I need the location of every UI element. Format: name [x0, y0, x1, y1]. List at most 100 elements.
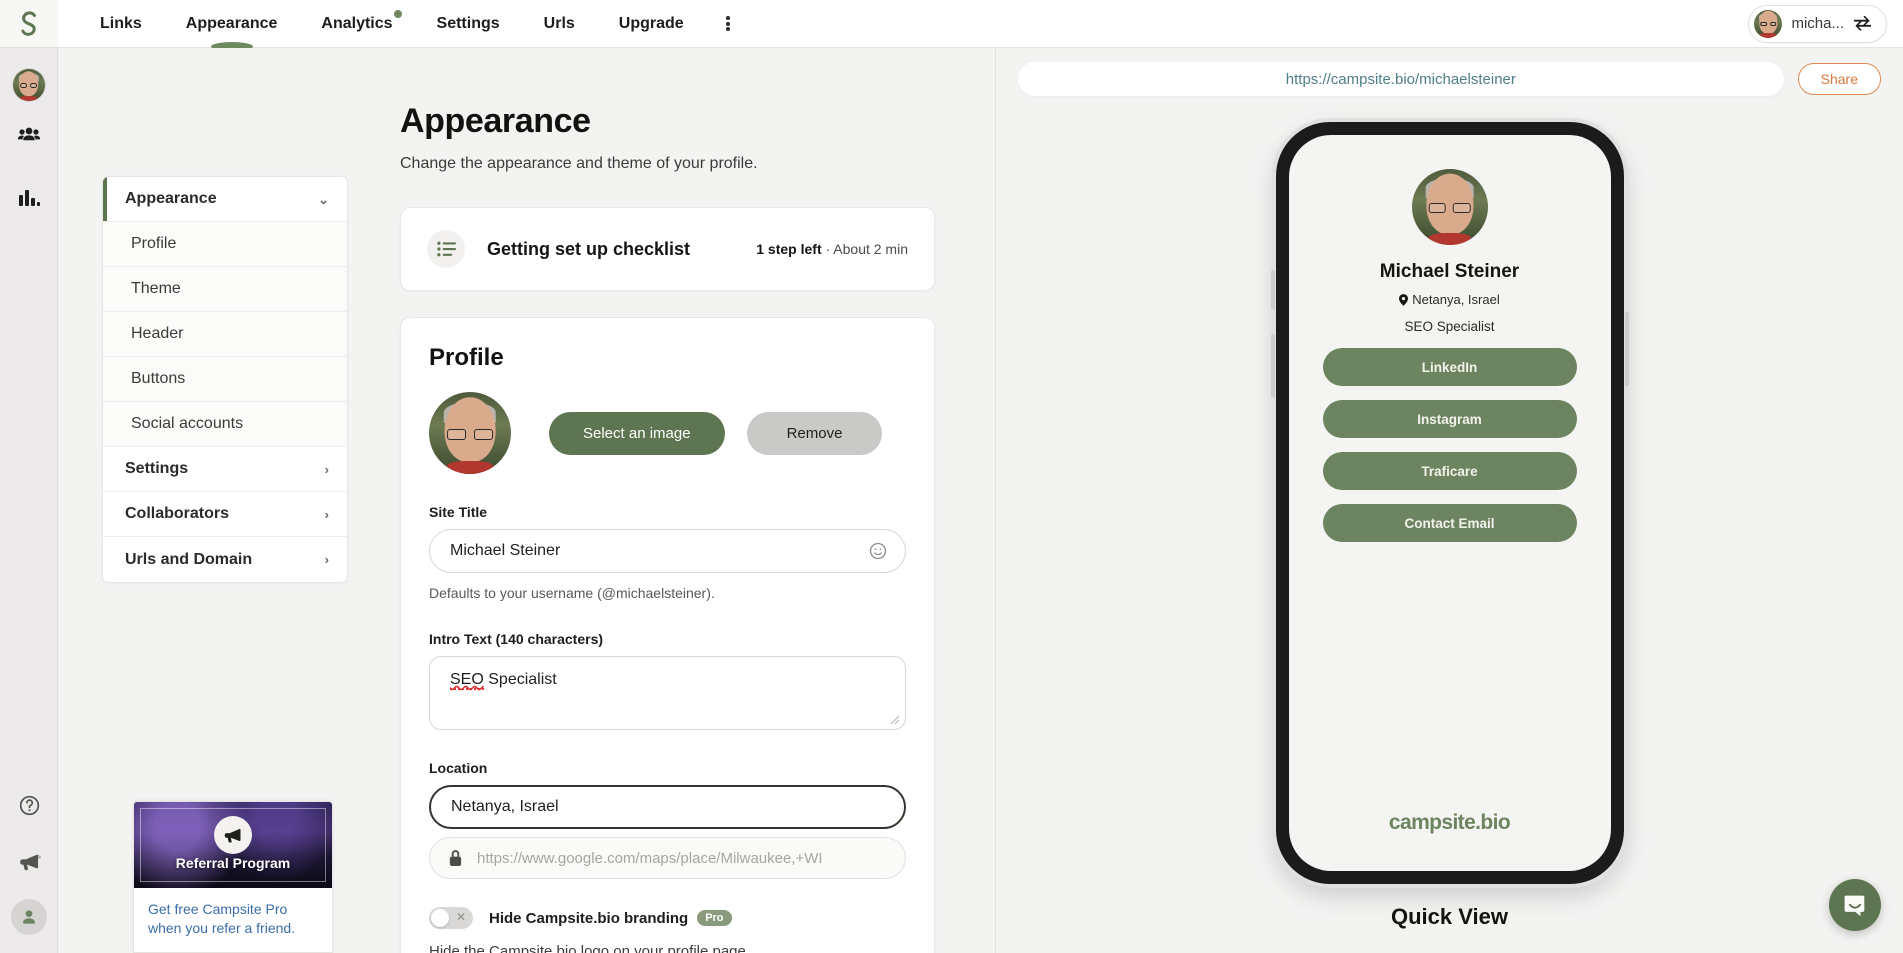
- referral-program-banner[interactable]: Referral Program Get free Campsite Pro w…: [133, 801, 333, 953]
- content-column: Appearance Change the appearance and the…: [348, 48, 995, 953]
- preview-link-label: Instagram: [1417, 411, 1482, 427]
- preview-link-contact-email[interactable]: Contact Email: [1322, 504, 1577, 542]
- preview-link-traficare[interactable]: Traficare: [1322, 452, 1577, 490]
- intro-text-textarea[interactable]: SEO Specialist: [429, 656, 906, 730]
- megaphone-icon[interactable]: [0, 833, 58, 889]
- hide-branding-row: ✕ Hide Campsite.bio branding Pro: [429, 907, 906, 929]
- site-title-helper: Defaults to your username (@michaelstein…: [429, 585, 715, 601]
- sidebar-item-theme[interactable]: Theme: [103, 267, 347, 312]
- preview-link-linkedin[interactable]: LinkedIn: [1322, 348, 1577, 386]
- location-map-url-placeholder: https://www.google.com/maps/place/Milwau…: [477, 849, 823, 867]
- emoji-smiley-icon[interactable]: [868, 541, 888, 561]
- sidebar-item-social-accounts[interactable]: Social accounts: [103, 402, 347, 447]
- location-input[interactable]: [429, 785, 906, 829]
- sidebar-item-label: Settings: [125, 460, 189, 477]
- nav-right: micha...: [1748, 4, 1903, 43]
- body-split: Appearance ⌄ Profile Theme Header Button…: [58, 48, 1903, 953]
- nav-item-analytics[interactable]: Analytics: [299, 0, 414, 48]
- top-navigation: Links Appearance Analytics Settings Urls…: [58, 0, 1903, 48]
- chat-bubble-icon[interactable]: [1829, 879, 1881, 931]
- left-pane: Appearance ⌄ Profile Theme Header Button…: [58, 48, 995, 953]
- preview-location: Netanya, Israel: [1399, 292, 1500, 307]
- sidebar-item-label: Collaborators: [125, 505, 230, 522]
- sidebar-item-label: Buttons: [131, 370, 186, 387]
- preview-campsite-branding: campsite.bio: [1388, 811, 1511, 834]
- bar-chart-icon[interactable]: [0, 166, 58, 230]
- sidebar-item-label: Appearance: [125, 190, 217, 207]
- preview-pane: https://campsite.bio/michaelsteiner Shar…: [995, 48, 1903, 953]
- phone-preview-screen: Michael Steiner Netanya, Israel SEO Spec…: [1288, 135, 1611, 871]
- rail-bottom-group: [0, 777, 58, 945]
- help-circle-icon[interactable]: [0, 777, 58, 833]
- phone-preview-frame: Michael Steiner Netanya, Israel SEO Spec…: [1270, 122, 1629, 884]
- nav-label: Urls: [543, 14, 575, 32]
- account-avatar: [1754, 9, 1783, 38]
- nav-label: Links: [100, 14, 142, 32]
- location-label: Location: [429, 760, 488, 776]
- sidebar-item-label: Theme: [131, 280, 181, 297]
- toggle-off-mark: ✕: [455, 910, 466, 924]
- campsite-s-logo-icon[interactable]: [0, 0, 58, 48]
- page-title: Appearance: [400, 102, 591, 140]
- lock-icon: [449, 849, 462, 866]
- profile-card: Profile Select an image Remove Site Titl…: [400, 317, 935, 953]
- chevron-right-icon: ›: [324, 461, 329, 477]
- switch-accounts-icon: [1854, 16, 1871, 31]
- people-icon[interactable]: [0, 102, 58, 166]
- preview-link-instagram[interactable]: Instagram: [1322, 400, 1577, 438]
- nav-item-appearance[interactable]: Appearance: [164, 0, 300, 48]
- sidebar-item-profile[interactable]: Profile: [103, 222, 347, 267]
- remove-image-button[interactable]: Remove: [746, 411, 883, 455]
- sidebar-item-header[interactable]: Header: [103, 312, 347, 357]
- sidebar-item-label: Header: [131, 325, 184, 342]
- rail-profile-avatar[interactable]: [11, 68, 46, 102]
- chevron-down-icon: ⌄: [318, 191, 329, 207]
- map-pin-icon: [1399, 293, 1409, 306]
- nav-label: Appearance: [185, 14, 278, 32]
- share-button[interactable]: Share: [1797, 63, 1881, 95]
- list-checklist-icon: [427, 230, 465, 268]
- sidebar-item-appearance[interactable]: Appearance ⌄: [103, 177, 347, 222]
- site-title-input[interactable]: [429, 529, 906, 573]
- quick-view-label: Quick View: [1391, 904, 1508, 929]
- preview-name: Michael Steiner: [1379, 261, 1520, 282]
- more-options-icon[interactable]: [706, 0, 750, 48]
- main-column: Links Appearance Analytics Settings Urls…: [58, 0, 1903, 953]
- settings-menu: Appearance ⌄ Profile Theme Header Button…: [102, 176, 348, 583]
- location-map-url-input[interactable]: https://www.google.com/maps/place/Milwau…: [429, 837, 906, 879]
- intro-text-rest: Specialist: [483, 671, 557, 688]
- user-icon[interactable]: [0, 889, 58, 945]
- account-switcher-button[interactable]: micha...: [1748, 4, 1887, 43]
- sidebar-item-settings[interactable]: Settings ›: [103, 447, 347, 492]
- checklist-title: Getting set up checklist: [487, 238, 691, 259]
- profile-url-link[interactable]: https://campsite.bio/michaelsteiner: [1018, 62, 1784, 96]
- sidebar-item-buttons[interactable]: Buttons: [103, 357, 347, 402]
- location-field: Location https://www.google.com/maps/pla…: [429, 760, 906, 879]
- hide-branding-help: Hide the Campsite.bio logo on your profi…: [429, 943, 751, 953]
- hide-branding-toggle[interactable]: ✕: [429, 907, 473, 929]
- toggle-knob: [431, 909, 449, 927]
- nav-item-urls[interactable]: Urls: [522, 0, 597, 48]
- preview-avatar: [1411, 169, 1488, 245]
- megaphone-icon: [214, 816, 252, 855]
- nav-item-settings[interactable]: Settings: [415, 0, 522, 48]
- profile-section-title: Profile: [429, 344, 504, 371]
- page-subtitle: Change the appearance and theme of your …: [400, 155, 758, 172]
- referral-banner-text: Get free Campsite Pro when you refer a f…: [148, 901, 296, 937]
- nav-item-links[interactable]: Links: [78, 0, 164, 48]
- sidebar-item-urls-and-domain[interactable]: Urls and Domain ›: [103, 537, 347, 582]
- site-title-field: Site Title Michael Steiner Defaults to y…: [429, 504, 906, 601]
- profile-avatar: [429, 392, 511, 474]
- sidebar-item-collaborators[interactable]: Collaborators ›: [103, 492, 347, 537]
- sidebar-item-label: Urls and Domain: [125, 550, 253, 568]
- select-an-image-button[interactable]: Select an image: [549, 411, 725, 455]
- getting-set-up-checklist-card[interactable]: Getting set up checklist 1 step left · A…: [400, 207, 935, 291]
- preview-location-text: Netanya, Israel: [1412, 292, 1500, 307]
- preview-link-label: LinkedIn: [1421, 359, 1478, 375]
- intro-text-label: Intro Text (140 characters): [429, 631, 604, 647]
- notification-dot-icon: [393, 9, 402, 18]
- nav-item-upgrade[interactable]: Upgrade: [597, 0, 706, 48]
- checklist-meta: 1 step left · About 2 min: [756, 241, 908, 257]
- checklist-steps-left: 1 step left: [756, 241, 822, 257]
- site-title-label: Site Title: [429, 504, 488, 520]
